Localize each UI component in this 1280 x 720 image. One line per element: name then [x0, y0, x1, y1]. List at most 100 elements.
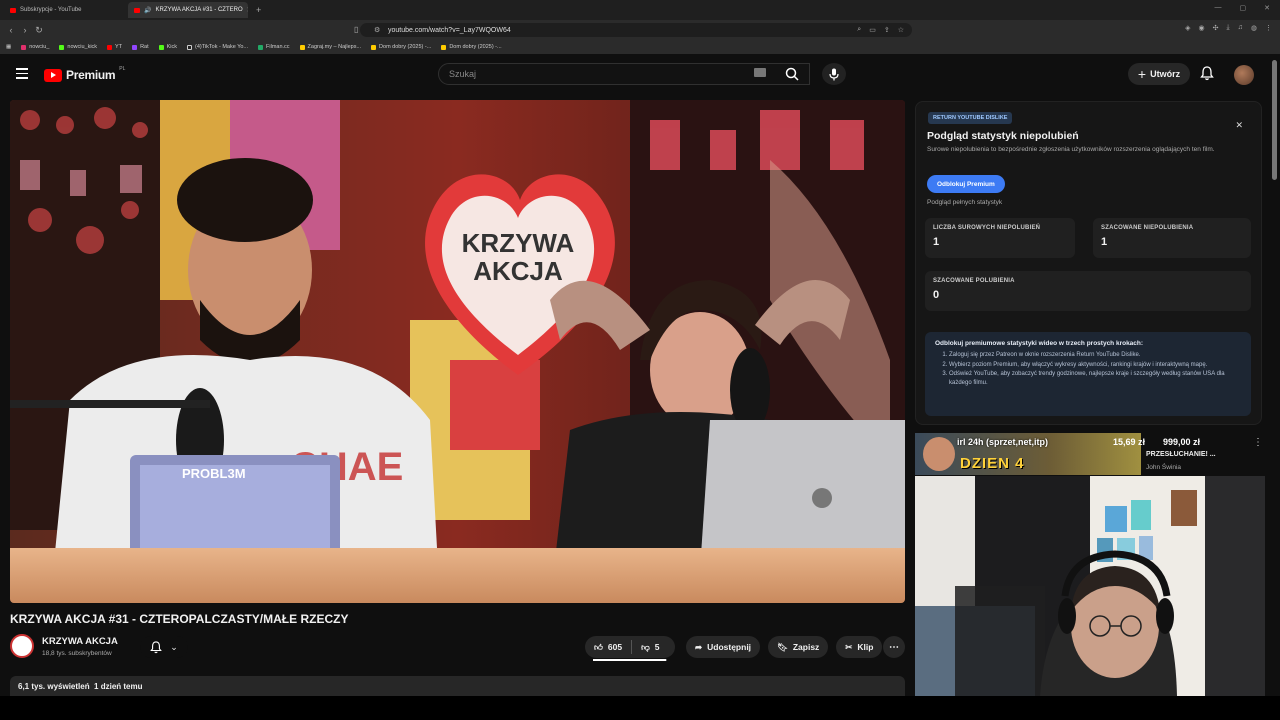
step-item: Zaloguj się przez Patreon w oknie rozsze…	[949, 351, 1241, 360]
premium-steps-box: Odblokuj premiumowe statystyki wideo w t…	[925, 332, 1251, 416]
action-buttons: ➦ Udostępnij 🔖︎ Zapisz ✂ Klip	[686, 636, 883, 658]
stat-value: 0	[933, 289, 940, 301]
panel-title: Podgląd statystyk niepolubień	[927, 130, 1079, 142]
steps-title: Odblokuj premiumowe statystyki wideo w t…	[935, 340, 1144, 347]
video-frame: KRZYWA AKCJA CHAE PROBL3M	[10, 100, 905, 603]
music-icon[interactable]: ♫	[1238, 24, 1243, 32]
bookmark-item[interactable]: (4)TikTok - Make Yo...	[187, 44, 248, 50]
reload-icon[interactable]: ↻	[32, 25, 46, 36]
youtube-favicon-icon	[10, 7, 16, 13]
tablet-sticker-text: PROBL3M	[182, 466, 246, 481]
recommended-channel[interactable]: John Świnia	[1146, 464, 1181, 471]
stream-overlay-text: irl 24h (sprzet,net,itp)	[957, 437, 1049, 447]
maximize-icon[interactable]: ▢	[1240, 4, 1247, 12]
create-button[interactable]: + Utwórz	[1128, 63, 1190, 85]
share-button[interactable]: ➦ Udostępnij	[686, 636, 761, 658]
youtube-favicon-icon	[134, 7, 140, 13]
clip-label: Klip	[857, 642, 874, 652]
screenshot-icon[interactable]: ▭	[869, 26, 876, 34]
address-bar[interactable]: ⚙ youtube.com/watch?v=_Lay7WQOW64 ⌕ ▭ ⇪ …	[360, 23, 912, 37]
more-actions-button[interactable]: ⋯	[883, 636, 905, 658]
channel-name[interactable]: KRZYWA AKCJA	[42, 636, 118, 647]
extension-icon[interactable]: ◈	[1185, 24, 1190, 32]
download-icon[interactable]: ⤓	[1227, 24, 1230, 32]
share-icon[interactable]: ⇪	[884, 26, 890, 34]
thumbnail-text: DZIEN 4	[960, 455, 1025, 472]
site-info-icon[interactable]: ⚙	[374, 26, 380, 34]
more-options-icon[interactable]: ⋮	[1253, 437, 1263, 448]
like-count: 605	[607, 642, 623, 652]
stat-card-raw-dislikes: LICZBA SUROWYCH NIEPOLUBIEŃ 1	[925, 218, 1075, 258]
share-label: Udostępnij	[707, 642, 752, 652]
search-icon	[785, 67, 799, 81]
browser-tab-video[interactable]: 🔊 KRZYWA AKCJA #31 - CZTERO ✕	[128, 2, 248, 18]
puzzle-icon[interactable]: ✣	[1213, 24, 1219, 32]
view-count: 6,1 tys. wyświetleń	[18, 682, 90, 691]
close-window-icon[interactable]: ✕	[1264, 4, 1270, 12]
unlock-premium-button[interactable]: Odblokuj Premium	[927, 175, 1005, 193]
menu-dots-icon[interactable]: ⋮	[1265, 24, 1272, 32]
keyboard-icon[interactable]	[754, 68, 766, 77]
browser-tab-subscriptions[interactable]: Subskrypcje - YouTube	[4, 2, 124, 18]
dislike-button[interactable]: 👎︎ 5	[632, 636, 668, 658]
like-dislike-bar: 👍︎ 605 👎︎ 5	[585, 636, 675, 661]
recommended-title[interactable]: PRZESŁUCHANIE! ...	[1146, 451, 1216, 458]
save-button[interactable]: 🔖︎ Zapisz	[768, 636, 829, 658]
video-player[interactable]: KRZYWA AKCJA CHAE PROBL3M	[10, 100, 905, 603]
search-button[interactable]	[772, 63, 812, 85]
channel-avatar[interactable]	[10, 634, 34, 658]
description-box[interactable]: 6,1 tys. wyświetleń 1 dzień temu	[10, 676, 905, 696]
notifications-bell-icon[interactable]	[1200, 66, 1214, 81]
stat-card-estimated-likes: SZACOWANE POLUBIENIA 0	[925, 271, 1251, 311]
browser-toolbar: ‹ › ↻ ▯ ⚙ youtube.com/watch?v=_Lay7WQOW6…	[0, 20, 1280, 40]
bookmark-save-icon: 🔖︎	[777, 641, 788, 652]
page-scrollbar[interactable]	[1272, 60, 1277, 180]
youtube-header: Premium PL Szukaj + Utwórz	[0, 56, 1280, 96]
bell-icon	[150, 640, 163, 653]
clip-button[interactable]: ✂ Klip	[836, 636, 883, 658]
new-tab-button[interactable]: +	[256, 5, 261, 15]
bookmark-item[interactable]: nowciu_	[21, 44, 49, 50]
forward-icon[interactable]: ›	[18, 25, 32, 35]
like-ratio-bar	[593, 659, 667, 661]
webcam-overlay	[915, 476, 1265, 696]
youtube-premium-logo[interactable]: Premium PL	[44, 66, 125, 82]
hamburger-menu-icon[interactable]	[16, 68, 28, 79]
bookmark-item[interactable]: Dom dobry (2025) -...	[371, 44, 431, 50]
star-icon[interactable]: ☆	[898, 26, 904, 34]
recommended-video[interactable]: DZIEN 4 irl 24h (sprzet,net,itp) 15,69 z…	[915, 433, 1265, 475]
bookmark-item[interactable]: Kick	[158, 44, 177, 50]
voice-search-button[interactable]	[822, 63, 846, 85]
speaker-icon: 🔊	[144, 7, 152, 14]
zoom-icon[interactable]: ⌕	[857, 26, 861, 34]
extension-icon[interactable]: ◉	[1199, 24, 1205, 32]
like-ratio-fill	[593, 659, 667, 661]
minimize-icon[interactable]: —	[1215, 4, 1222, 12]
stream-overlay-goal: 999,00 zł	[1163, 437, 1201, 447]
create-label: Utwórz	[1150, 69, 1181, 79]
apps-icon[interactable]: ▦	[6, 44, 11, 50]
subscriber-count: 18,8 tys. subskrybentów	[42, 650, 112, 657]
share-arrow-icon: ➦	[695, 641, 703, 652]
microphone-icon	[829, 68, 839, 80]
bookmark-item[interactable]: YT	[107, 44, 122, 50]
bookmark-item[interactable]: Zagraj.my – Najleps...	[299, 44, 361, 50]
dislike-stats-panel: RETURN YOUTUBE DISLIKE ✕ Podgląd statyst…	[915, 101, 1262, 425]
back-icon[interactable]: ‹	[4, 25, 18, 35]
stat-card-estimated-dislikes: SZACOWANE NIEPOLUBIENIA 1	[1093, 218, 1251, 258]
thumbnail-face	[923, 437, 955, 471]
bookmark-item[interactable]: Rat	[132, 44, 149, 50]
page: Subskrypcje - YouTube 🔊 KRZYWA AKCJA #31…	[0, 0, 1280, 720]
bookmark-item[interactable]: Filman.cc	[258, 44, 290, 50]
account-avatar[interactable]	[1234, 65, 1254, 85]
extensions-bar: ◈ ◉ ✣ ⤓ ♫ ◍ ⋮	[1185, 24, 1272, 32]
subscription-bell-button[interactable]: ⌄	[140, 636, 188, 658]
bookmark-item[interactable]: Dom dobry (2025) -...	[441, 44, 502, 50]
close-tab-icon[interactable]: ✕	[247, 6, 248, 14]
bookmark-item[interactable]: nowciu_kick	[59, 44, 97, 50]
close-icon[interactable]: ✕	[1235, 120, 1243, 131]
heart-logo-line1: KRZYWA	[462, 228, 575, 258]
like-button[interactable]: 👍︎ 605	[585, 636, 631, 658]
profile-icon[interactable]: ◍	[1251, 24, 1257, 32]
bookmark-icon[interactable]: ▯	[354, 25, 358, 34]
